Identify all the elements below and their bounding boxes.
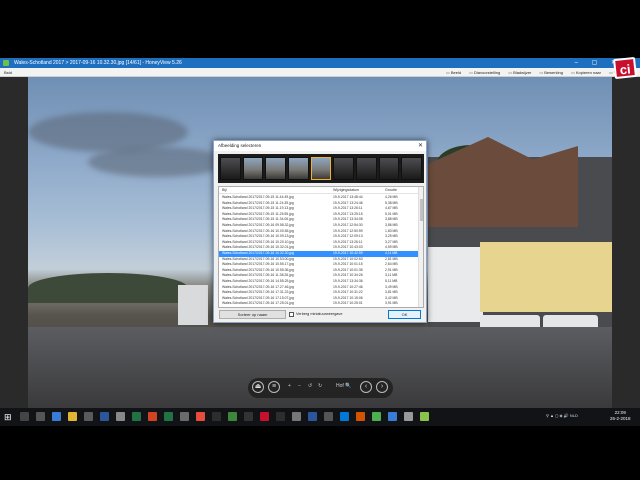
menu-bladwijzer[interactable]: Bladwijzer bbox=[508, 68, 531, 77]
zoom-in-icon[interactable]: + bbox=[288, 383, 291, 389]
app-icon[interactable] bbox=[276, 412, 285, 421]
white-house bbox=[428, 247, 483, 322]
file-menu[interactable]: Bstd bbox=[4, 68, 12, 77]
app-icon[interactable] bbox=[212, 412, 221, 421]
app-icon[interactable] bbox=[100, 412, 109, 421]
app-icon[interactable] bbox=[148, 412, 157, 421]
honeyview-icon[interactable] bbox=[420, 412, 429, 421]
table-row[interactable]: Wales-Schotland 2017\2017-09-16 17.26.08… bbox=[219, 307, 419, 308]
search-icon[interactable] bbox=[20, 412, 29, 421]
next-icon[interactable]: › bbox=[376, 381, 388, 393]
ok-button[interactable]: OK bbox=[388, 310, 421, 319]
language-indicator[interactable]: NLD bbox=[570, 413, 578, 418]
menu-bewerking[interactable]: Bewerking bbox=[539, 68, 563, 77]
thumbnail[interactable] bbox=[288, 157, 309, 180]
hide-thumbnails-option[interactable]: Verberg miniatuurweergave bbox=[289, 311, 342, 318]
window-titlebar: Wales-Schotland 2017 > 2017-09-16 10.32.… bbox=[0, 58, 640, 68]
thumbnail[interactable] bbox=[265, 157, 287, 180]
taskbar: ⊞ ⚲ ▲ ◻ ◈ 🔊 NLD 22:09 26-2-2018 bbox=[0, 408, 640, 426]
thumbnail[interactable] bbox=[333, 157, 355, 180]
windows-start-icon[interactable]: ⊞ bbox=[4, 412, 14, 422]
window-title: Wales-Schotland 2017 > 2017-09-16 10.32.… bbox=[14, 60, 182, 66]
app-icon[interactable] bbox=[292, 412, 301, 421]
list-scrollbar[interactable] bbox=[418, 187, 423, 307]
app-icon[interactable] bbox=[164, 412, 173, 421]
thumbnail-strip bbox=[218, 154, 424, 183]
app-icon[interactable] bbox=[388, 412, 397, 421]
zoom-label[interactable]: Hof 🔍 bbox=[336, 383, 351, 389]
thumbnail[interactable] bbox=[220, 157, 241, 180]
edge-icon[interactable] bbox=[52, 412, 61, 421]
app-icon[interactable] bbox=[196, 412, 205, 421]
list-header: Bijl Wijzigingsdatum Grootte bbox=[219, 187, 419, 194]
thumbnail[interactable] bbox=[356, 157, 377, 180]
building bbox=[178, 285, 208, 325]
app-icon[interactable] bbox=[404, 412, 413, 421]
channel-logo: ci bbox=[613, 56, 637, 80]
column-date[interactable]: Wijzigingsdatum bbox=[333, 187, 359, 194]
thumbnail-selected[interactable] bbox=[310, 157, 332, 180]
system-tray[interactable]: ⚲ ▲ ◻ ◈ 🔊 NLD bbox=[546, 413, 578, 418]
clock[interactable]: 22:09 26-2-2018 bbox=[610, 410, 631, 422]
app-icon[interactable] bbox=[324, 412, 333, 421]
rotate-right-icon[interactable]: ↻ bbox=[318, 383, 322, 389]
hill bbox=[28, 273, 188, 303]
cell-size: 3,97 MB bbox=[385, 307, 398, 308]
sort-by-name-button[interactable]: Sorteer op naam bbox=[219, 310, 286, 319]
menu-diavoorstelling[interactable]: Diavoorstelling bbox=[469, 68, 500, 77]
thumbnail[interactable] bbox=[378, 157, 400, 180]
zoom-out-icon[interactable]: − bbox=[298, 383, 301, 389]
rotate-left-icon[interactable]: ↺ bbox=[308, 383, 312, 389]
cloud bbox=[88, 147, 228, 177]
explorer-icon[interactable] bbox=[68, 412, 77, 421]
file-list: Bijl Wijzigingsdatum Grootte Wales-Schot… bbox=[218, 186, 424, 308]
select-image-dialog: Afbeelding selecteren ✕ Bijl Wijzigingsd… bbox=[213, 140, 427, 323]
dialog-title: Afbeelding selecteren bbox=[214, 141, 426, 151]
scrollbar-thumb[interactable] bbox=[420, 199, 423, 221]
viewer-control-bar: ⏏ ≡ + − ↺ ↻ Hof 🔍 ‹ › bbox=[248, 378, 393, 398]
menu-bar: Bstd Beeld Diavoorstelling Bladwijzer Be… bbox=[0, 68, 640, 77]
menu-icon[interactable]: ≡ bbox=[268, 381, 280, 393]
menu-kopieren-naar[interactable]: Kopieren naar bbox=[571, 68, 601, 77]
column-name[interactable]: Bijl bbox=[222, 187, 227, 194]
cell-name: Wales-Schotland 2017\2017-09-16 17.26.08… bbox=[222, 307, 294, 308]
hide-thumbnails-label: Verberg miniatuurweergave bbox=[296, 312, 343, 316]
menu-beeld[interactable]: Beeld bbox=[446, 68, 461, 77]
previous-icon[interactable]: ‹ bbox=[360, 381, 372, 393]
app-icon[interactable] bbox=[356, 412, 365, 421]
app-icon[interactable] bbox=[116, 412, 125, 421]
chrome-icon[interactable] bbox=[372, 412, 381, 421]
cloud bbox=[28, 112, 188, 152]
column-size[interactable]: Grootte bbox=[385, 187, 397, 194]
thumbnail[interactable] bbox=[401, 157, 423, 180]
toolbar-menus: Beeld Diavoorstelling Bladwijzer Bewerki… bbox=[446, 68, 622, 77]
task-view-icon[interactable] bbox=[36, 412, 45, 421]
yellow-house bbox=[480, 242, 612, 312]
thumbnail[interactable] bbox=[242, 157, 264, 180]
clock-date: 26-2-2018 bbox=[610, 416, 631, 421]
eject-icon[interactable]: ⏏ bbox=[252, 381, 264, 393]
app-icon[interactable] bbox=[228, 412, 237, 421]
app-icon[interactable] bbox=[84, 412, 93, 421]
excel-icon[interactable] bbox=[132, 412, 141, 421]
list-rows: Wales-Schotland 2017\2017-09-15 11.44.49… bbox=[219, 195, 419, 308]
app-icon[interactable] bbox=[260, 412, 269, 421]
app-icon[interactable] bbox=[244, 412, 253, 421]
app-icon[interactable] bbox=[180, 412, 189, 421]
word-icon[interactable] bbox=[308, 412, 317, 421]
desktop-screen: Wales-Schotland 2017 > 2017-09-16 10.32.… bbox=[0, 58, 640, 408]
cell-date: 19-9-2017 10:26:08 bbox=[333, 307, 363, 308]
app-icon[interactable] bbox=[340, 412, 349, 421]
close-icon[interactable]: ✕ bbox=[418, 141, 423, 151]
hide-thumbnails-checkbox[interactable] bbox=[289, 312, 294, 317]
app-icon bbox=[3, 60, 9, 66]
